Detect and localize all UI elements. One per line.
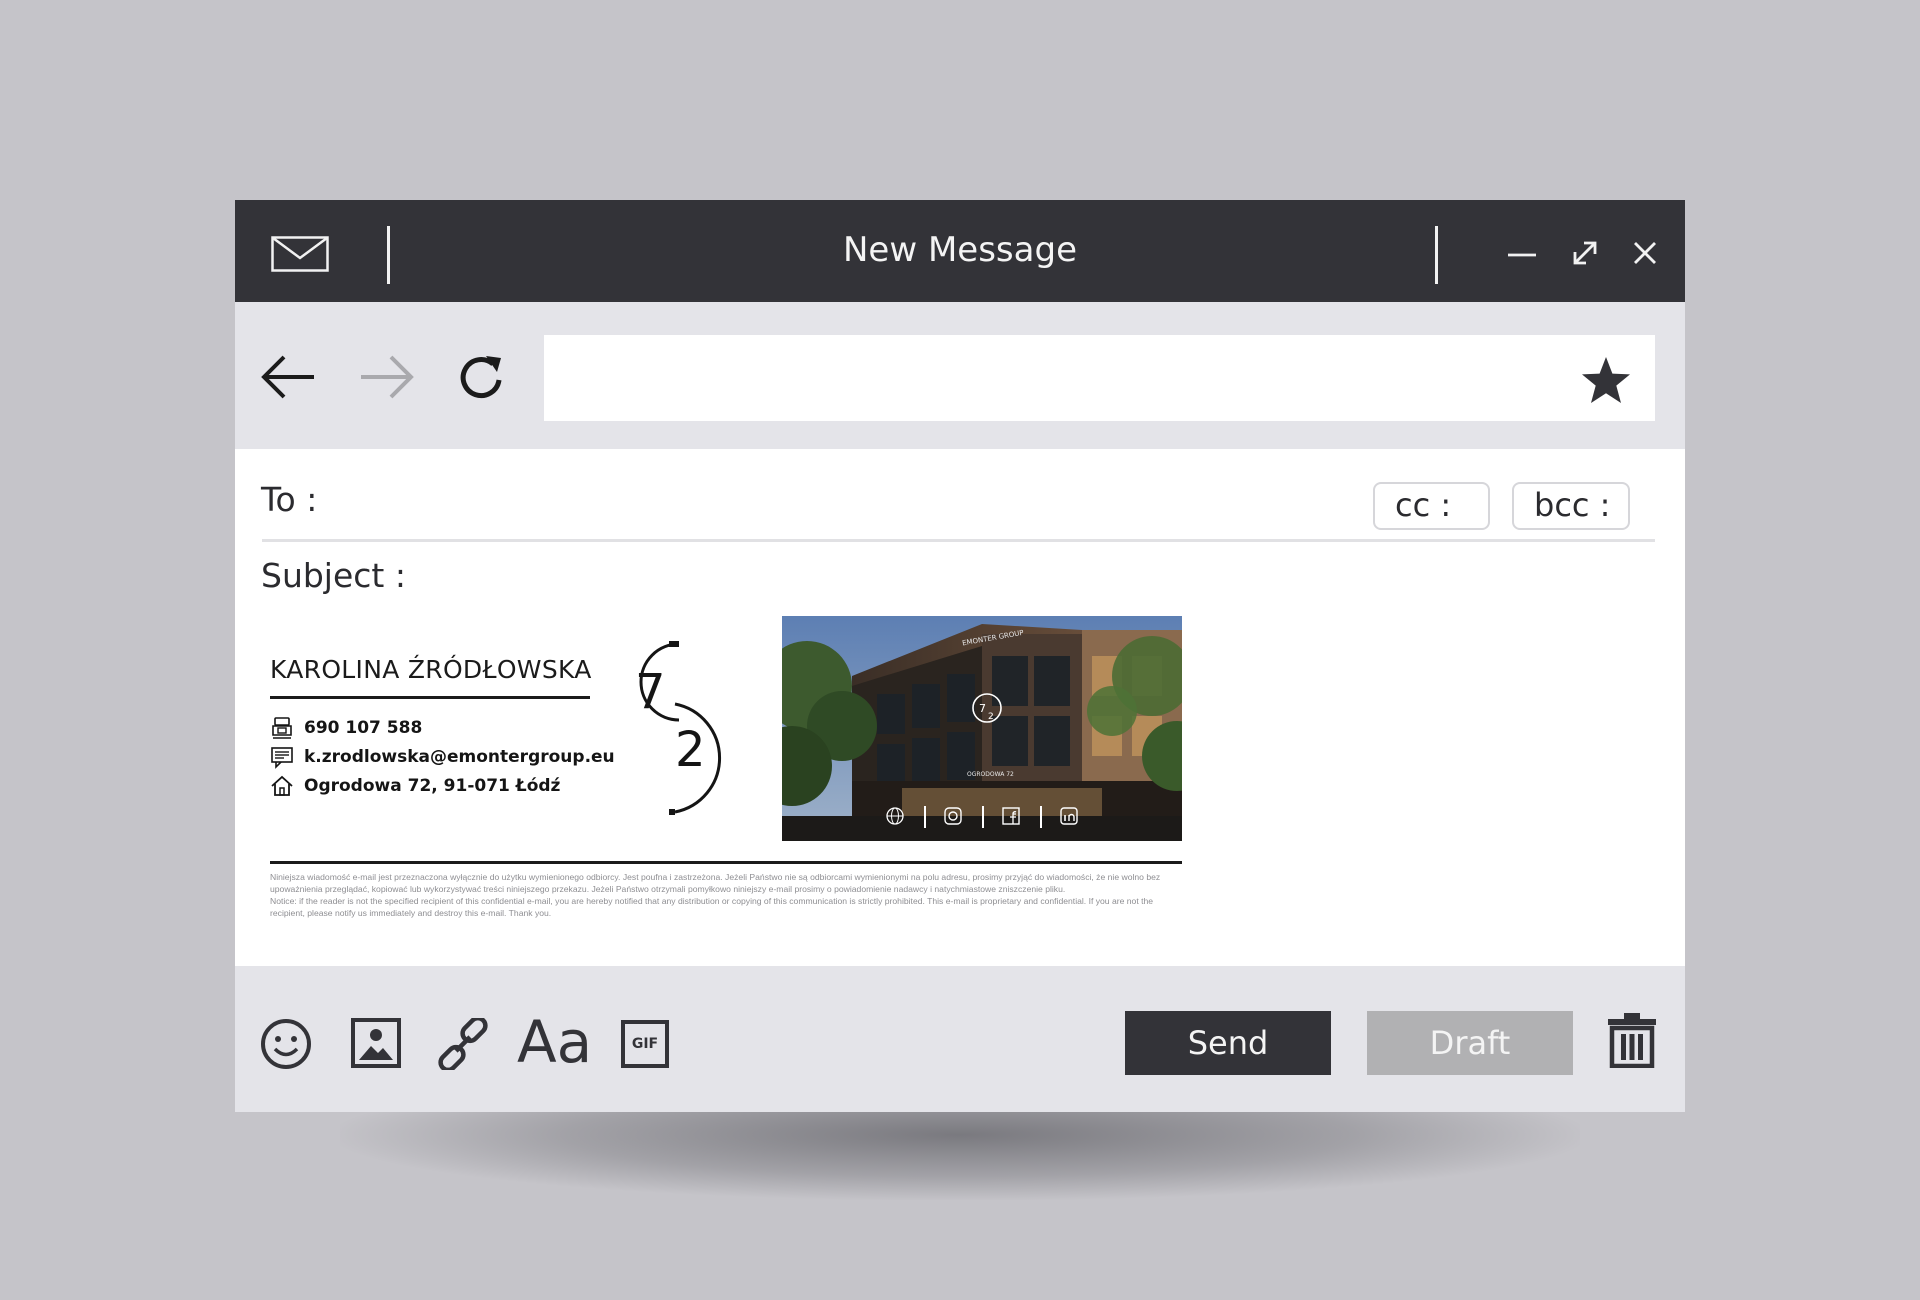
disclaimer-english: Notice: if the reader is not the specifi…	[270, 896, 1154, 918]
title-bar: New Message	[235, 200, 1685, 302]
signature-divider	[270, 861, 1182, 864]
signature-email[interactable]: k.zrodlowska@emontergroup.eu	[304, 747, 615, 767]
expand-icon[interactable]	[1568, 236, 1602, 270]
building-photo: EMONTER GROUP OGRODOWA 72 7 2	[782, 616, 1182, 841]
signature-address: Ogrodowa 72, 91-071 Łódź	[304, 776, 561, 796]
signature-name: KAROLINA ŹRÓDŁOWSKA	[270, 655, 592, 684]
signature-name-underline	[270, 696, 590, 699]
back-arrow-icon[interactable]	[260, 352, 318, 402]
compose-toolbar: Aa GIF Send Draft	[235, 966, 1685, 1112]
compose-window: New Message To: cc: bcc: Subject: KA…	[235, 200, 1685, 1112]
image-icon[interactable]	[351, 1018, 401, 1068]
signature-address-row: Ogrodowa 72, 91-071 Łódź	[270, 772, 560, 800]
draft-button[interactable]: Draft	[1367, 1011, 1573, 1075]
photo-logo-digit-7: 7	[979, 702, 986, 715]
disclaimer-polish: Niniejsza wiadomość e-mail jest przeznac…	[270, 872, 1161, 894]
reload-icon[interactable]	[453, 352, 511, 402]
building-illustration: EMONTER GROUP OGRODOWA 72 7 2	[782, 616, 1182, 841]
signature-disclaimer: Niniejsza wiadomość e-mail jest przeznac…	[270, 871, 1182, 919]
minimize-icon[interactable]	[1505, 236, 1539, 270]
phone-icon	[272, 717, 292, 739]
star-icon[interactable]	[1580, 355, 1632, 405]
navigation-bar	[235, 302, 1685, 449]
to-label: To :	[261, 480, 318, 519]
company-logo-72: 7 2	[635, 641, 721, 815]
close-icon[interactable]	[1628, 236, 1662, 270]
emoji-icon[interactable]	[260, 1018, 312, 1070]
signature-phone-row: 690 107 588	[270, 714, 422, 742]
bcc-button[interactable]: bcc :	[1512, 482, 1630, 530]
forward-arrow-icon[interactable]	[357, 352, 415, 402]
signature-phone: 690 107 588	[304, 718, 423, 738]
font-format-button[interactable]: Aa	[517, 1008, 592, 1076]
window-title: New Message	[843, 230, 1077, 270]
signature-email-row: k.zrodlowska@emontergroup.eu	[270, 743, 615, 771]
subject-label: Subject :	[261, 556, 406, 595]
address-input[interactable]	[544, 335, 1655, 421]
gif-icon[interactable]: GIF	[621, 1020, 669, 1068]
email-icon	[271, 747, 293, 769]
link-icon[interactable]	[437, 1018, 489, 1070]
photo-logo-digit-2: 2	[988, 712, 994, 722]
trash-icon[interactable]	[1607, 1012, 1657, 1068]
logo-digit-7: 7	[635, 664, 666, 720]
title-divider-right	[1435, 226, 1438, 284]
photo-sign-street: OGRODOWA 72	[967, 771, 1014, 778]
send-button[interactable]: Send	[1125, 1011, 1331, 1075]
gif-label: GIF	[631, 1036, 659, 1052]
logo-digit-2: 2	[675, 722, 706, 778]
home-icon	[271, 775, 293, 796]
cc-button[interactable]: cc :	[1373, 482, 1490, 530]
to-field-divider	[262, 539, 1655, 542]
